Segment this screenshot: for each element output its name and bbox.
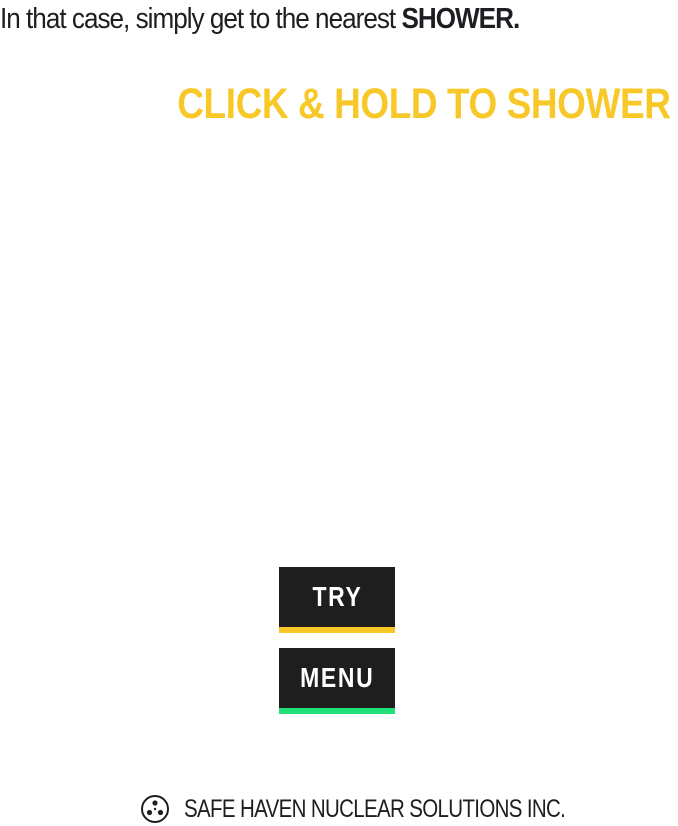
intro-sentence: In that case, simply get to the nearest — [0, 3, 402, 35]
intro-emphasis: SHOWER. — [401, 3, 520, 35]
radiation-logo-icon — [140, 794, 170, 824]
footer: SAFE HAVEN NUCLEAR SOLUTIONS INC. — [140, 792, 649, 826]
click-hold-shower-prompt[interactable]: CLICK & HOLD TO SHOWER — [177, 80, 671, 128]
try-button[interactable]: TRY — [279, 567, 395, 633]
company-name: SAFE HAVEN NUCLEAR SOLUTIONS INC. — [184, 794, 566, 823]
try-button-label: TRY — [312, 581, 362, 612]
menu-button-label: MENU — [299, 662, 375, 693]
menu-button[interactable]: MENU — [279, 648, 395, 714]
intro-text: In that case, simply get to the nearest … — [0, 0, 610, 40]
